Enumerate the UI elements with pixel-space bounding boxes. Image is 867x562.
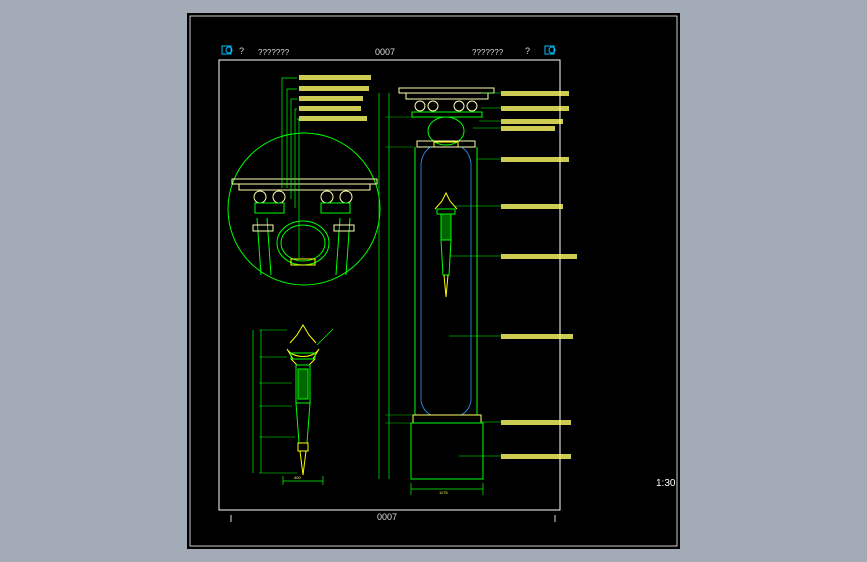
column-callouts — [501, 91, 577, 459]
column-width-dim: 1175 — [439, 490, 448, 495]
header-left-text: ??????? — [258, 48, 290, 57]
capital-callouts — [299, 75, 371, 121]
header-left-icon — [221, 45, 233, 55]
column-elevation — [378, 87, 501, 495]
header-right-text: ??????? — [472, 48, 504, 57]
drawing-sheet: ? ??????? 0007 ??????? ? 0007 400 1175 — [187, 13, 680, 549]
footer-code: 0007 — [377, 512, 397, 522]
zoom-scale-label: 1:30 — [656, 478, 676, 489]
header-left-mark: ? — [239, 46, 244, 56]
lamp-width-dim: 400 — [294, 475, 301, 480]
header-right-mark: ? — [525, 46, 530, 56]
cad-drawing: ? ??????? 0007 ??????? ? 0007 400 1175 — [189, 15, 678, 547]
header-right-icon — [544, 45, 556, 55]
lamp-detail-view — [252, 324, 334, 485]
outer-frame — [189, 15, 678, 547]
header-code: 0007 — [375, 47, 395, 57]
